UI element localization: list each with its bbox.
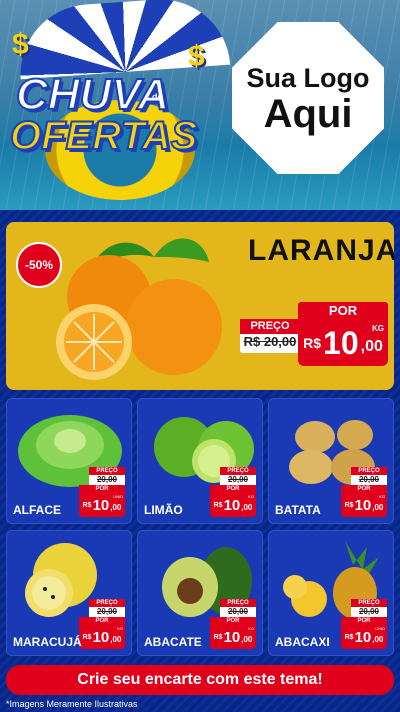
preco-label: PREÇO: [89, 467, 125, 475]
old-price: 20,00: [96, 475, 118, 484]
old-price-tag: PREÇO 20,00: [351, 467, 387, 487]
price-integer: 10: [223, 628, 241, 646]
currency: R$: [82, 501, 92, 509]
price-cents: ,00: [241, 635, 253, 644]
price-tag: R$ 10 ,00 KG: [341, 493, 387, 517]
old-price-tag: PREÇO R$ 20,00: [240, 319, 300, 353]
product-name: ABACATE: [144, 635, 202, 649]
old-price: R$ 20,00: [243, 334, 297, 349]
headline-chuva: CHUVA: [15, 69, 170, 120]
product-name: ALFACE: [13, 503, 61, 517]
price-tag: R$ 10 ,00 UNID: [79, 493, 125, 517]
unit: KG: [379, 494, 385, 499]
logo-text-line1: Sua Logo: [246, 62, 370, 93]
headline-ofertas: OFERTAS: [9, 113, 198, 159]
price-cents: ,00: [360, 338, 383, 355]
product-name: LIMÃO: [144, 503, 183, 517]
price-tag: R$ 10 ,00 UNID: [341, 625, 387, 649]
product-card[interactable]: PREÇO 20,00 POR R$ 10 ,00 UNID ABACAXI: [268, 530, 394, 656]
product-card[interactable]: PREÇO 20,00 POR R$ 10 ,00 KG ABACATE: [137, 530, 263, 656]
logo-text-line2: Aqui: [263, 91, 353, 136]
por-label: POR: [79, 617, 125, 625]
price-tag: R$ 10 ,00 KG: [210, 493, 256, 517]
price-cents: ,00: [110, 503, 122, 512]
old-price: 20,00: [227, 607, 249, 616]
headline-de: de: [152, 92, 163, 102]
product-name: ABACAXI: [275, 635, 330, 649]
old-price-tag: PREÇO 20,00: [89, 467, 125, 487]
header-banner: $ $ CHUVA de OFERTAS Sua Logo Aqui: [0, 0, 400, 210]
old-price-tag: PREÇO 20,00: [220, 467, 256, 487]
old-price-tag: PREÇO 20,00: [220, 599, 256, 619]
por-label: POR: [298, 302, 388, 320]
currency: R$: [82, 633, 92, 641]
price-tag: R$ 10 ,00 KG: [298, 320, 388, 366]
old-price: 20,00: [358, 607, 380, 616]
price-cents: ,00: [241, 503, 253, 512]
unit: KG: [372, 324, 384, 333]
por-label: POR: [341, 617, 387, 625]
preco-label: PREÇO: [89, 599, 125, 607]
price-integer: 10: [323, 324, 359, 361]
por-label: POR: [210, 485, 256, 493]
product-card[interactable]: PREÇO 20,00 POR R$ 10 ,00 UNID ALFACE: [6, 398, 132, 524]
preco-label: PREÇO: [240, 319, 300, 334]
price-integer: 10: [354, 496, 372, 514]
currency: R$: [213, 501, 223, 509]
old-price: 20,00: [96, 607, 118, 616]
price-integer: 10: [354, 628, 372, 646]
dollar-icon: $: [188, 40, 205, 73]
product-card[interactable]: PREÇO 20,00 POR R$ 10 ,00 KG LIMÃO: [137, 398, 263, 524]
disclaimer: *Imagens Meramente Ilustrativas: [6, 699, 138, 709]
discount-badge: -50%: [16, 242, 62, 288]
currency: R$: [344, 633, 354, 641]
price-cents: ,00: [110, 635, 122, 644]
currency: R$: [344, 501, 354, 509]
cta-banner[interactable]: Crie seu encarte com este tema!: [6, 665, 394, 695]
old-price-tag: PREÇO 20,00: [351, 599, 387, 619]
por-label: POR: [341, 485, 387, 493]
price-cents: ,00: [372, 503, 384, 512]
preco-label: PREÇO: [220, 467, 256, 475]
unit: UNID: [375, 626, 385, 631]
unit: UNID: [113, 494, 123, 499]
por-label: POR: [79, 485, 125, 493]
unit: KG: [248, 626, 254, 631]
price-integer: 10: [223, 496, 241, 514]
dollar-icon: $: [12, 28, 29, 61]
preco-label: PREÇO: [351, 599, 387, 607]
currency: R$: [213, 633, 223, 641]
product-card[interactable]: PREÇO 20,00 POR R$ 10 ,00 KG BATATA: [268, 398, 394, 524]
product-name: MARACUJÁ: [13, 635, 82, 649]
price-cents: ,00: [372, 635, 384, 644]
price-integer: 10: [92, 628, 110, 646]
product-name: BATATA: [275, 503, 321, 517]
currency: R$: [303, 335, 322, 351]
product-name: LARANJA: [248, 234, 394, 267]
price-integer: 10: [92, 496, 110, 514]
product-card[interactable]: PREÇO 20,00 POR R$ 10 ,00 KG MARACUJÁ: [6, 530, 132, 656]
preco-label: PREÇO: [351, 467, 387, 475]
orange-icon: [56, 238, 222, 380]
por-label: POR: [210, 617, 256, 625]
old-price-tag: PREÇO 20,00: [89, 599, 125, 619]
old-price: 20,00: [227, 475, 249, 484]
unit: KG: [248, 494, 254, 499]
price-tag: R$ 10 ,00 KG: [79, 625, 125, 649]
preco-label: PREÇO: [220, 599, 256, 607]
old-price: 20,00: [358, 475, 380, 484]
unit: KG: [117, 626, 123, 631]
price-tag: R$ 10 ,00 KG: [210, 625, 256, 649]
featured-product-card[interactable]: -50% LARANJA POR PREÇO R$ 20,00 R$ 10 ,0…: [6, 222, 394, 390]
